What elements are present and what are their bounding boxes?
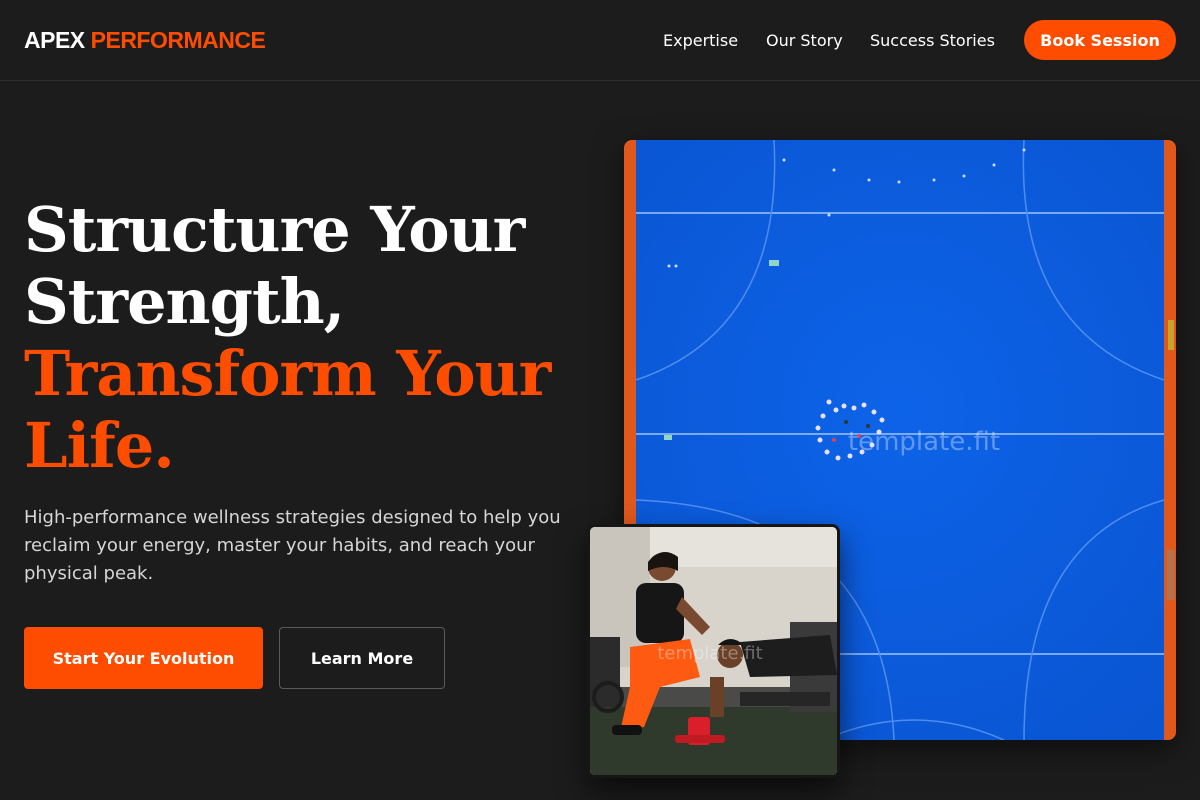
headline-line-3: Transform Your [24,337,551,410]
learn-more-button[interactable]: Learn More [279,627,445,689]
hero-subtext: High-performance wellness strategies des… [24,507,561,584]
court-watermark: template.fit [848,427,1000,457]
headline-line-2: Strength, [24,265,345,338]
nav-link-expertise[interactable]: Expertise [663,31,738,50]
trainer-watermark: template.fit [657,643,762,664]
start-your-evolution-button[interactable]: Start Your Evolution [24,627,263,689]
nav-link-success-stories[interactable]: Success Stories [870,31,995,50]
nav-link-our-story[interactable]: Our Story [766,31,843,50]
headline-line-4: Life. [24,409,175,482]
headline-line-1: Structure Your [24,193,525,266]
book-session-button[interactable]: Book Session [1024,20,1176,60]
brand-logo[interactable]: APEX PERFORMANCE [24,27,266,54]
trainer-session-image: template.fit [587,524,840,778]
hero-headline: Structure Your Strength, Transform Your … [24,194,604,482]
site-header: APEX PERFORMANCE Expertise Our Story Succ… [0,0,1200,81]
brand-name-part1: APEX [24,27,85,53]
brand-name-part2: PERFORMANCE [90,27,266,53]
